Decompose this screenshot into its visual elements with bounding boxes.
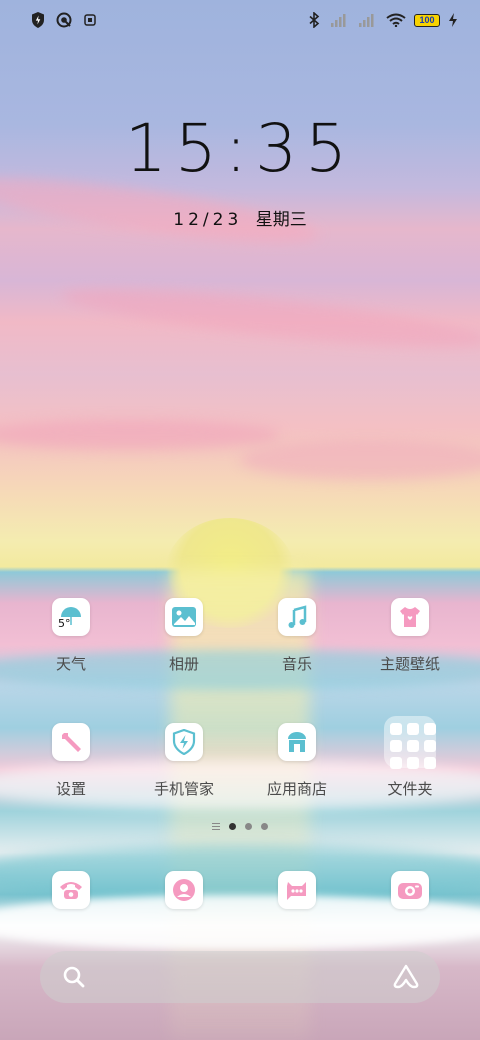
camera-icon	[391, 871, 429, 909]
dock-phone[interactable]	[21, 871, 121, 909]
phone-icon	[52, 871, 90, 909]
dock-camera[interactable]	[360, 871, 460, 909]
weather-temp: 5°	[58, 617, 71, 630]
assistant-icon[interactable]	[392, 964, 420, 994]
shield-bolt-icon	[30, 12, 46, 28]
wifi-icon	[386, 12, 406, 28]
music-icon	[278, 598, 316, 636]
phone-manager-icon	[165, 723, 203, 761]
app-settings[interactable]: 设置	[21, 723, 121, 799]
weather-icon: 5°	[52, 598, 90, 636]
page-indicator[interactable]	[0, 823, 480, 830]
app-phone-manager[interactable]: 手机管家	[134, 723, 234, 799]
app-photos[interactable]: 相册	[134, 598, 234, 674]
app-label: 手机管家	[153, 780, 214, 798]
status-bar: 100	[0, 0, 480, 40]
app-weather[interactable]: 5° 天气	[21, 598, 121, 674]
search-bar[interactable]	[40, 951, 440, 1003]
page-dot	[245, 823, 252, 830]
date-text: 12/23	[173, 210, 243, 230]
themes-icon	[391, 598, 429, 636]
app-label: 相册	[168, 655, 199, 673]
app-label: 设置	[55, 780, 86, 798]
app-label: 主题壁纸	[379, 655, 440, 673]
signal-1-icon	[330, 12, 350, 28]
clock-date[interactable]: 12/23 星期三	[0, 205, 480, 230]
signal-2-icon	[358, 12, 378, 28]
page-dot	[229, 823, 236, 830]
dock-messages[interactable]	[247, 871, 347, 909]
app-label: 应用商店	[266, 780, 327, 798]
settings-icon	[52, 723, 90, 761]
app-notification-icon	[82, 12, 98, 28]
photos-icon	[165, 598, 203, 636]
app-folder[interactable]: 文件夹	[360, 716, 460, 799]
battery-icon: 100	[414, 13, 440, 27]
bluetooth-icon	[306, 12, 322, 28]
messages-icon	[278, 871, 316, 909]
page-dot	[261, 823, 268, 830]
app-label: 天气	[55, 655, 86, 673]
weekday-text: 星期三	[255, 210, 307, 230]
clock-time[interactable]: 15:35	[0, 110, 480, 187]
app-label: 文件夹	[387, 780, 433, 798]
dock-contacts[interactable]	[134, 871, 234, 909]
app-store[interactable]: 应用商店	[247, 723, 347, 799]
target-icon	[56, 12, 72, 28]
app-store-icon	[278, 723, 316, 761]
app-label: 音乐	[281, 655, 312, 673]
menu-lines-icon	[212, 823, 220, 830]
contacts-icon	[165, 871, 203, 909]
charging-icon	[448, 12, 458, 28]
search-icon[interactable]	[62, 965, 86, 993]
folder-icon	[384, 716, 436, 769]
app-music[interactable]: 音乐	[247, 598, 347, 674]
app-themes[interactable]: 主题壁纸	[360, 598, 460, 674]
